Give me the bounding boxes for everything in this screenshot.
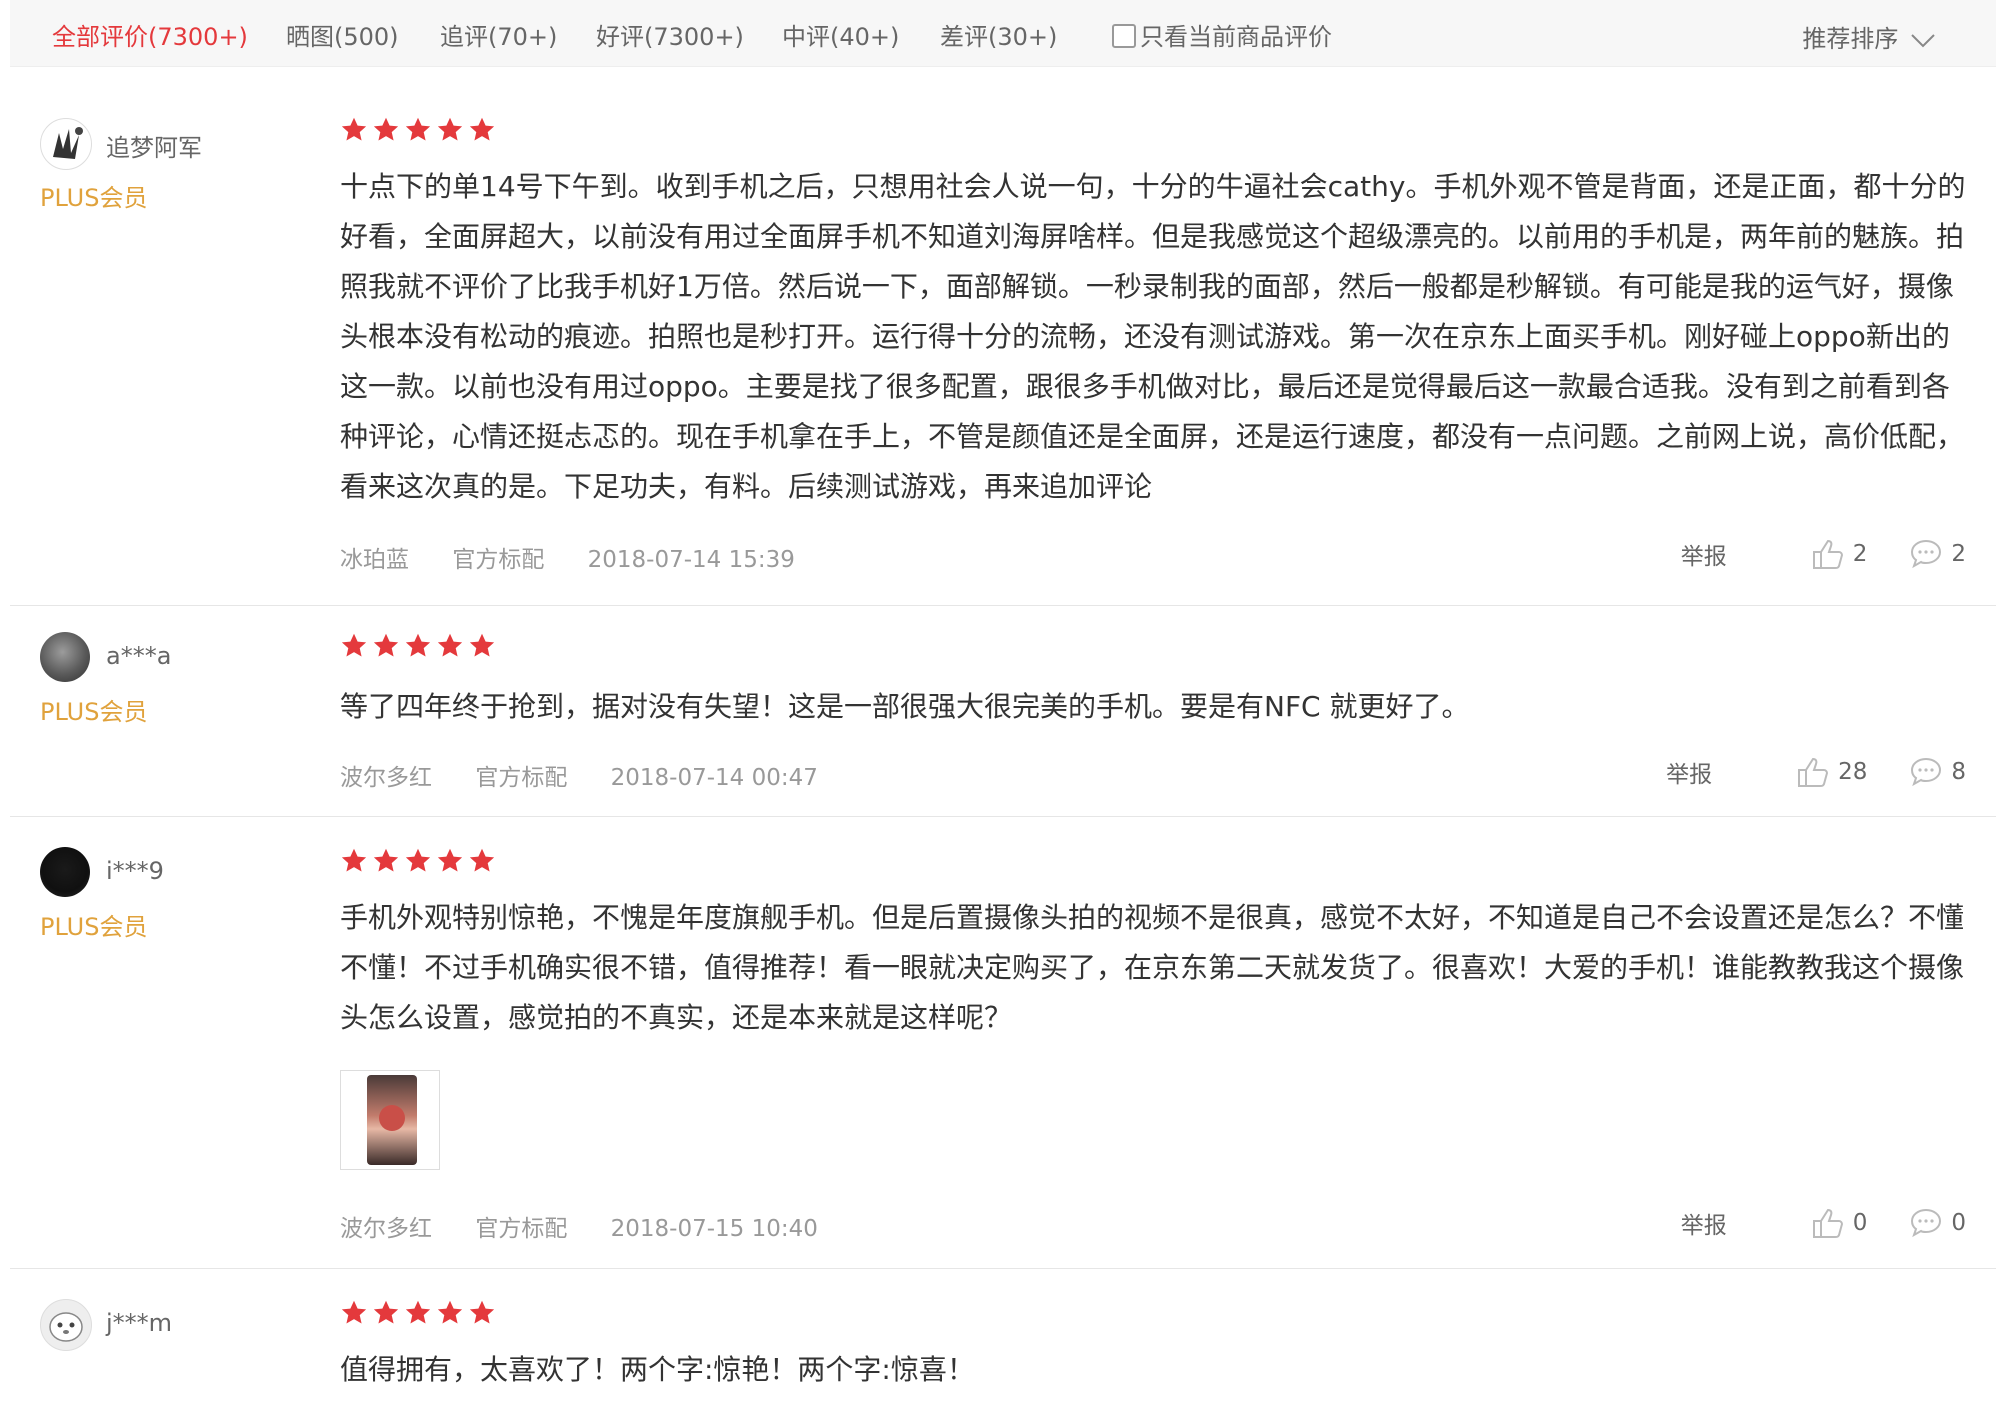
star-icon	[373, 848, 399, 872]
review-item: 追梦阿军 PLUS会员 十点下的单14号下午到。收到手机之后，只想用社会人说一句…	[10, 66, 1996, 606]
sort-label: 推荐排序	[1802, 25, 1899, 53]
like-button[interactable]: 2	[1811, 538, 1868, 570]
star-icon	[373, 633, 399, 657]
tab-negative-reviews[interactable]: 差评(30+)	[940, 0, 1057, 66]
star-icon	[469, 1300, 495, 1324]
report-link[interactable]: 举报	[1681, 537, 1727, 571]
chevron-down-icon	[1911, 34, 1935, 48]
reply-count: 2	[1951, 541, 1966, 567]
review-date: 2018-07-14 00:47	[610, 765, 818, 791]
like-button[interactable]: 28	[1796, 756, 1867, 788]
only-current-product-toggle[interactable]: 只看当前商品评价	[1112, 0, 1332, 66]
star-rating	[340, 847, 496, 879]
thumbs-up-icon	[1798, 757, 1829, 787]
product-color: 冰珀蓝	[340, 547, 409, 573]
reply-count: 0	[1951, 1210, 1966, 1236]
review-item: i***9 PLUS会员 手机外观特别惊艳，不愧是年度旗舰手机。但是后置摄像头拍…	[10, 817, 1996, 1269]
review-photo-thumbnail[interactable]	[340, 1070, 440, 1170]
star-icon	[469, 117, 495, 141]
reply-count: 8	[1951, 759, 1966, 785]
member-level: PLUS会员	[40, 184, 148, 212]
filter-bar: 全部评价(7300+) 晒图(500) 追评(70+) 好评(7300+) 中评…	[10, 0, 1996, 67]
tab-neutral-reviews[interactable]: 中评(40+)	[782, 0, 899, 66]
sort-dropdown[interactable]: 推荐排序	[1802, 0, 1936, 66]
review-date: 2018-07-14 15:39	[587, 547, 795, 573]
tab-photo-reviews[interactable]: 晒图(500)	[286, 0, 399, 66]
star-icon	[341, 848, 367, 872]
only-current-label: 只看当前商品评价	[1140, 23, 1332, 51]
reviewer-nickname: i***9	[106, 857, 164, 885]
tab-follow-up-reviews[interactable]: 追评(70+)	[440, 0, 557, 66]
review-meta: 冰珀蓝 官方标配 2018-07-14 15:39	[340, 540, 831, 574]
star-icon	[437, 848, 463, 872]
member-level: PLUS会员	[40, 698, 148, 726]
reviewer-nickname: 追梦阿军	[106, 134, 202, 162]
review-item: a***a PLUS会员 等了四年终于抢到，据对没有失望！这是一部很强大很完美的…	[10, 606, 1996, 817]
star-icon	[341, 117, 367, 141]
reviewer-nickname: j***m	[106, 1309, 173, 1337]
tab-all-reviews[interactable]: 全部评价(7300+)	[52, 0, 248, 66]
review-content: 十点下的单14号下午到。收到手机之后，只想用社会人说一句，十分的牛逼社会cath…	[340, 170, 1966, 503]
only-current-checkbox[interactable]	[1112, 24, 1136, 48]
thumbs-up-icon	[1812, 1208, 1843, 1238]
star-icon	[469, 848, 495, 872]
star-rating	[340, 1299, 496, 1331]
star-icon	[469, 633, 495, 657]
review-content: 等了四年终于抢到，据对没有失望！这是一部很强大很完美的手机。要是有NFC 就更好…	[340, 690, 1470, 723]
like-button[interactable]: 0	[1811, 1207, 1868, 1239]
product-package: 官方标配	[452, 547, 545, 573]
review-actions: 举报 2 2	[1681, 534, 1966, 574]
product-color: 波尔多红	[340, 765, 432, 791]
reviewer-nickname: a***a	[106, 642, 172, 670]
star-icon	[405, 1300, 431, 1324]
review-meta: 波尔多红 官方标配 2018-07-14 00:47	[340, 758, 854, 792]
star-icon	[437, 633, 463, 657]
tab-positive-reviews[interactable]: 好评(7300+)	[596, 0, 744, 66]
like-count: 2	[1852, 541, 1868, 567]
comments-page: 全部评价(7300+) 晒图(500) 追评(70+) 好评(7300+) 中评…	[0, 0, 2000, 1402]
star-icon	[437, 117, 463, 141]
avatar[interactable]	[40, 118, 92, 170]
review-actions: 举报 0 0	[1681, 1203, 1966, 1243]
star-icon	[405, 633, 431, 657]
review-meta: 波尔多红 官方标配 2018-07-15 10:40	[340, 1209, 854, 1243]
product-package: 官方标配	[475, 1216, 568, 1242]
star-icon	[341, 1300, 367, 1324]
member-level: PLUS会员	[40, 913, 148, 941]
comment-bubble-icon	[1911, 539, 1942, 569]
comment-bubble-icon	[1911, 1208, 1942, 1238]
star-icon	[405, 848, 431, 872]
avatar[interactable]	[40, 1299, 92, 1351]
product-package: 官方标配	[475, 765, 568, 791]
star-icon	[373, 1300, 399, 1324]
review-actions: 举报 28 8	[1666, 752, 1966, 792]
review-date: 2018-07-15 10:40	[610, 1216, 818, 1242]
star-icon	[437, 1300, 463, 1324]
like-count: 28	[1838, 759, 1868, 785]
avatar[interactable]	[40, 847, 90, 897]
reply-button[interactable]: 0	[1909, 1207, 1966, 1239]
report-link[interactable]: 举报	[1681, 1206, 1727, 1240]
review-item: j***m 值得拥有，太喜欢了！两个字:惊艳！两个字:惊喜！	[10, 1269, 1996, 1402]
review-content: 手机外观特别惊艳，不愧是年度旗舰手机。但是后置摄像头拍的视频不是很真，感觉不太好…	[340, 901, 1965, 1034]
star-icon	[341, 633, 367, 657]
avatar[interactable]	[40, 632, 90, 682]
review-content: 值得拥有，太喜欢了！两个字:惊艳！两个字:惊喜！	[340, 1353, 975, 1386]
thumbs-up-icon	[1812, 539, 1843, 569]
star-icon	[373, 117, 399, 141]
star-icon	[405, 117, 431, 141]
like-count: 0	[1852, 1210, 1868, 1236]
product-color: 波尔多红	[340, 1216, 432, 1242]
reply-button[interactable]: 8	[1909, 756, 1966, 788]
star-rating	[340, 116, 496, 148]
comment-bubble-icon	[1911, 757, 1942, 787]
reply-button[interactable]: 2	[1909, 538, 1966, 570]
star-rating	[340, 632, 496, 664]
photo-detail	[379, 1105, 405, 1131]
report-link[interactable]: 举报	[1666, 755, 1712, 789]
